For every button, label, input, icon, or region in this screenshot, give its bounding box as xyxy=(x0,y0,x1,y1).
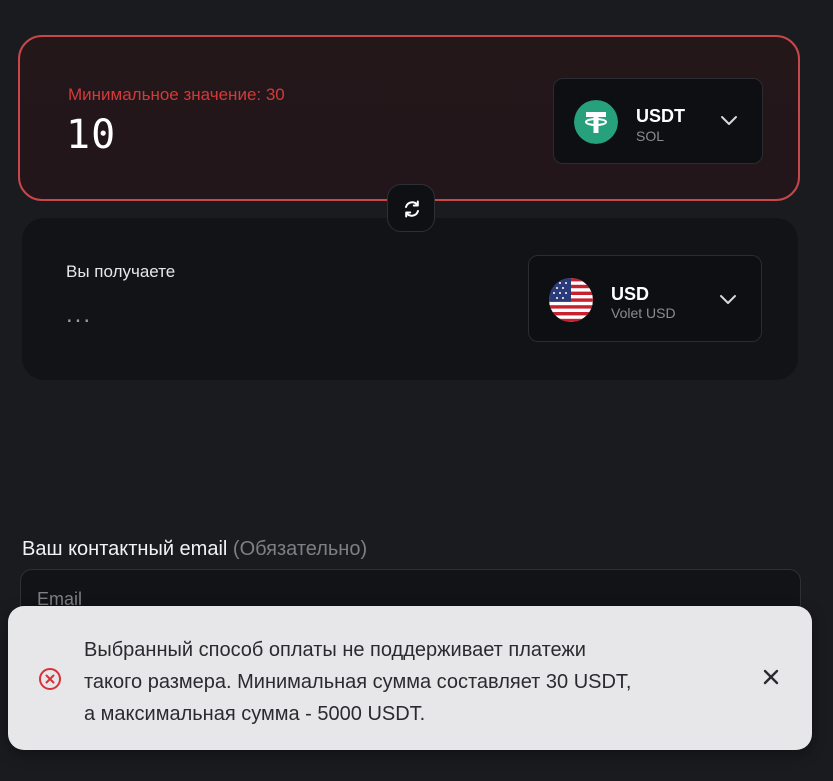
send-currency-select[interactable]: USDT SOL xyxy=(553,78,763,164)
chevron-down-icon xyxy=(721,116,737,125)
send-amount-card: Минимальное значение: 30 10 USDT SOL xyxy=(18,35,800,201)
email-label-text: Ваш контактный email xyxy=(22,538,228,560)
error-toast: Выбранный способ оплаты не поддерживает … xyxy=(8,606,812,750)
swap-currencies-button[interactable] xyxy=(387,184,435,232)
receive-value: ... xyxy=(66,301,93,328)
toast-line: а максимальная сумма - 5000 USDT. xyxy=(84,703,426,725)
toast-line: Выбранный способ оплаты не поддерживает … xyxy=(84,639,586,661)
send-amount-input[interactable]: 10 xyxy=(66,112,116,158)
receive-currency-select[interactable]: USD Volet USD xyxy=(528,255,762,342)
error-circle-icon xyxy=(39,668,61,690)
receive-label: Вы получаете xyxy=(66,262,176,281)
toast-line: такого размера. Минимальная сумма состав… xyxy=(84,671,632,693)
exchange-panel: Минимальное значение: 30 10 USDT SOL Вы … xyxy=(0,0,833,781)
chevron-down-icon xyxy=(720,295,736,304)
email-required-note: (Обязательно) xyxy=(232,538,368,560)
receive-currency-network: Volet USD xyxy=(611,305,676,321)
min-value-error: Минимальное значение: 30 xyxy=(68,85,285,104)
send-currency-code: USDT xyxy=(636,106,685,126)
close-icon[interactable] xyxy=(758,664,784,690)
swap-icon xyxy=(405,200,419,218)
toast-message: Выбранный способ оплаты не поддерживает … xyxy=(84,634,744,730)
us-flag-icon xyxy=(549,278,593,322)
receive-currency-code: USD xyxy=(611,284,650,304)
email-label: Ваш контактный email (Обязательно) xyxy=(22,538,367,561)
receive-amount-card: Вы получаете ... USD Volet USD xyxy=(22,218,798,380)
tether-icon xyxy=(574,100,618,144)
send-currency-network: SOL xyxy=(636,128,665,144)
